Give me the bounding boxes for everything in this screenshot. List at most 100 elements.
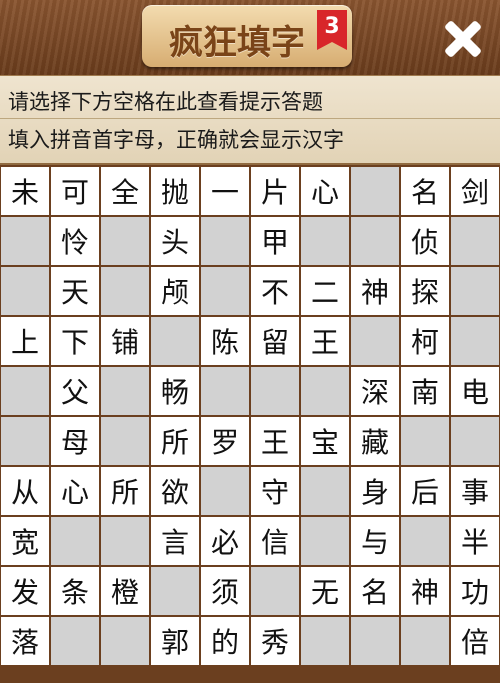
grid-cell-empty[interactable] [401,517,449,565]
grid-cell-empty[interactable] [401,417,449,465]
grid-cell-empty[interactable] [351,317,399,365]
grid-cell-filled[interactable]: 罗 [201,417,249,465]
grid-cell-filled[interactable]: 半 [451,517,499,565]
grid-cell-filled[interactable]: 藏 [351,417,399,465]
grid-cell-filled[interactable]: 甲 [251,217,299,265]
grid-cell-filled[interactable]: 与 [351,517,399,565]
grid-cell-empty[interactable] [201,217,249,265]
grid-cell-filled[interactable]: 陈 [201,317,249,365]
grid-cell-filled[interactable]: 后 [401,467,449,515]
grid-cell-empty[interactable] [351,617,399,665]
grid-cell-filled[interactable]: 橙 [101,567,149,615]
grid-cell-filled[interactable]: 王 [301,317,349,365]
grid-cell-empty[interactable] [451,317,499,365]
grid-cell-filled[interactable]: 倍 [451,617,499,665]
grid-cell-filled[interactable]: 侦 [401,217,449,265]
grid-cell-filled[interactable]: 电 [451,367,499,415]
grid-cell-filled[interactable]: 一 [201,167,249,215]
grid-cell-filled[interactable]: 留 [251,317,299,365]
grid-cell-empty[interactable] [301,367,349,415]
grid-cell-filled[interactable]: 宝 [301,417,349,465]
grid-cell-filled[interactable]: 下 [51,317,99,365]
grid-cell-filled[interactable]: 发 [1,567,49,615]
grid-cell-empty[interactable] [101,217,149,265]
grid-cell-filled[interactable]: 须 [201,567,249,615]
grid-cell-filled[interactable]: 宽 [1,517,49,565]
grid-cell-filled[interactable]: 神 [351,267,399,315]
grid-cell-empty[interactable] [301,467,349,515]
grid-cell-filled[interactable]: 王 [251,417,299,465]
grid-cell-empty[interactable] [301,617,349,665]
grid-cell-empty[interactable] [1,367,49,415]
grid-cell-empty[interactable] [351,167,399,215]
grid-cell-empty[interactable] [1,267,49,315]
grid-cell-filled[interactable]: 片 [251,167,299,215]
grid-cell-filled[interactable]: 欲 [151,467,199,515]
grid-cell-filled[interactable]: 心 [51,467,99,515]
grid-cell-empty[interactable] [201,267,249,315]
grid-cell-filled[interactable]: 怜 [51,217,99,265]
grid-cell-filled[interactable]: 颅 [151,267,199,315]
grid-cell-empty[interactable] [401,617,449,665]
grid-cell-filled[interactable]: 条 [51,567,99,615]
grid-cell-filled[interactable]: 所 [151,417,199,465]
grid-cell-empty[interactable] [451,267,499,315]
grid-cell-empty[interactable] [201,467,249,515]
grid-cell-filled[interactable]: 不 [251,267,299,315]
grid-cell-filled[interactable]: 信 [251,517,299,565]
grid-cell-filled[interactable]: 父 [51,367,99,415]
grid-cell-filled[interactable]: 头 [151,217,199,265]
grid-cell-filled[interactable]: 事 [451,467,499,515]
grid-cell-empty[interactable] [151,567,199,615]
grid-cell-filled[interactable]: 的 [201,617,249,665]
grid-cell-filled[interactable]: 全 [101,167,149,215]
grid-cell-empty[interactable] [51,617,99,665]
grid-cell-filled[interactable]: 名 [401,167,449,215]
grid-cell-filled[interactable]: 名 [351,567,399,615]
grid-cell-empty[interactable] [101,417,149,465]
grid-cell-filled[interactable]: 抛 [151,167,199,215]
grid-cell-filled[interactable]: 所 [101,467,149,515]
grid-cell-filled[interactable]: 无 [301,567,349,615]
grid-cell-filled[interactable]: 从 [1,467,49,515]
grid-cell-filled[interactable]: 必 [201,517,249,565]
grid-cell-empty[interactable] [301,217,349,265]
grid-cell-filled[interactable]: 可 [51,167,99,215]
grid-cell-filled[interactable]: 柯 [401,317,449,365]
grid-cell-empty[interactable] [101,367,149,415]
grid-cell-empty[interactable] [101,267,149,315]
grid-cell-filled[interactable]: 郭 [151,617,199,665]
grid-cell-filled[interactable]: 身 [351,467,399,515]
grid-cell-empty[interactable] [301,517,349,565]
grid-cell-filled[interactable]: 南 [401,367,449,415]
grid-cell-empty[interactable] [451,217,499,265]
grid-cell-filled[interactable]: 探 [401,267,449,315]
grid-cell-filled[interactable]: 落 [1,617,49,665]
grid-cell-filled[interactable]: 畅 [151,367,199,415]
grid-cell-empty[interactable] [51,517,99,565]
grid-cell-filled[interactable]: 二 [301,267,349,315]
grid-cell-empty[interactable] [251,567,299,615]
grid-cell-empty[interactable] [251,367,299,415]
grid-cell-filled[interactable]: 心 [301,167,349,215]
grid-cell-filled[interactable]: 守 [251,467,299,515]
grid-cell-filled[interactable]: 言 [151,517,199,565]
grid-cell-filled[interactable]: 功 [451,567,499,615]
grid-cell-filled[interactable]: 剑 [451,167,499,215]
grid-cell-empty[interactable] [1,217,49,265]
grid-cell-filled[interactable]: 神 [401,567,449,615]
grid-cell-filled[interactable]: 母 [51,417,99,465]
close-icon[interactable] [438,14,488,64]
grid-cell-empty[interactable] [351,217,399,265]
grid-cell-empty[interactable] [151,317,199,365]
grid-cell-filled[interactable]: 上 [1,317,49,365]
grid-cell-filled[interactable]: 天 [51,267,99,315]
grid-cell-filled[interactable]: 铺 [101,317,149,365]
grid-cell-empty[interactable] [101,617,149,665]
grid-cell-filled[interactable]: 未 [1,167,49,215]
grid-cell-empty[interactable] [1,417,49,465]
grid-cell-filled[interactable]: 秀 [251,617,299,665]
grid-cell-empty[interactable] [451,417,499,465]
grid-cell-filled[interactable]: 深 [351,367,399,415]
grid-cell-empty[interactable] [101,517,149,565]
